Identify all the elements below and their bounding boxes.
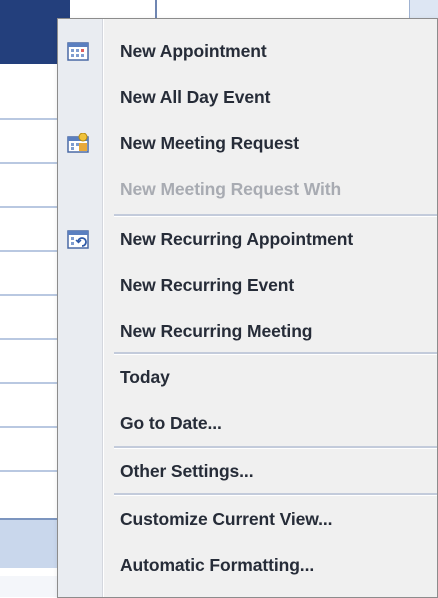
meeting-request-icon xyxy=(67,133,89,153)
menu-item-label: New Recurring Appointment xyxy=(120,228,354,249)
calendar-row-line xyxy=(0,426,60,428)
calendar-context-menu: New Appointment New All Day Event New Me… xyxy=(57,18,438,598)
menu-item-label: Today xyxy=(120,366,170,387)
calendar-row-line xyxy=(0,118,60,120)
menu-item-new-all-day-event[interactable]: New All Day Event xyxy=(60,77,435,117)
calendar-working-hours-band xyxy=(0,518,60,568)
menu-item-label: New Recurring Meeting xyxy=(120,320,313,341)
calendar-row-line xyxy=(0,162,60,164)
menu-item-label: Go to Date... xyxy=(120,412,222,433)
recurring-appointment-icon xyxy=(67,229,89,249)
menu-item-other-settings[interactable]: Other Settings... xyxy=(60,451,435,491)
menu-item-label: New Meeting Request With xyxy=(120,178,342,199)
calendar-row-line xyxy=(0,294,60,296)
menu-item-customize-current-view[interactable]: Customize Current View... xyxy=(60,499,435,539)
menu-separator xyxy=(114,214,437,217)
menu-item-automatic-formatting[interactable]: Automatic Formatting... xyxy=(60,545,435,585)
menu-item-new-appointment[interactable]: New Appointment xyxy=(60,31,435,71)
calendar-row-line xyxy=(0,338,60,340)
menu-item-new-recurring-appointment[interactable]: New Recurring Appointment xyxy=(60,219,435,259)
menu-item-new-recurring-meeting[interactable]: New Recurring Meeting xyxy=(60,311,435,351)
menu-item-label: New Meeting Request xyxy=(120,132,299,153)
menu-separator xyxy=(114,493,437,496)
menu-separator xyxy=(114,352,437,355)
menu-item-label: Customize Current View... xyxy=(120,508,333,529)
menu-item-new-meeting-request-with: New Meeting Request With xyxy=(60,169,435,209)
menu-item-label: New All Day Event xyxy=(120,86,271,107)
menu-item-go-to-date[interactable]: Go to Date... xyxy=(60,403,435,443)
menu-separator xyxy=(114,446,437,449)
calendar-row-line xyxy=(0,470,60,472)
menu-item-new-meeting-request[interactable]: New Meeting Request xyxy=(60,123,435,163)
calendar-row-line xyxy=(0,250,60,252)
calendar-row-line xyxy=(0,206,60,208)
menu-item-label: New Recurring Event xyxy=(120,274,295,295)
menu-item-label: New Appointment xyxy=(120,40,267,61)
menu-item-new-recurring-event[interactable]: New Recurring Event xyxy=(60,265,435,305)
calendar-appointment-icon xyxy=(67,41,89,61)
menu-item-label: Other Settings... xyxy=(120,460,254,481)
menu-item-label: Automatic Formatting... xyxy=(120,554,315,575)
calendar-row-line xyxy=(0,382,60,384)
menu-item-today[interactable]: Today xyxy=(60,357,435,397)
